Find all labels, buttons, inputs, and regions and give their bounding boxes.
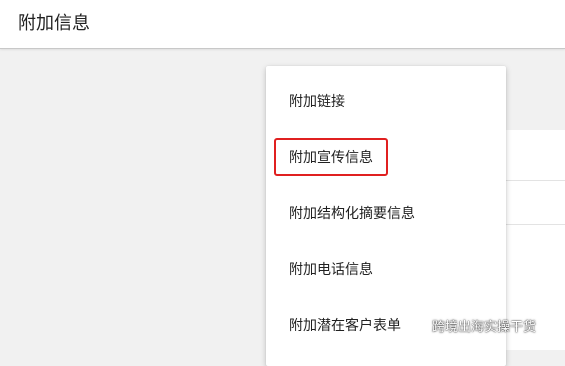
wechat-icon xyxy=(410,317,428,332)
highlight-annotation-box xyxy=(274,138,388,176)
menu-item-sitelink[interactable]: 附加链接 xyxy=(266,82,506,122)
watermark-text: 跨境出海实操干货 xyxy=(432,319,537,335)
page-title: 附加信息 xyxy=(18,13,90,34)
menu-item-call[interactable]: 附加电话信息 xyxy=(266,250,506,290)
page-header: 附加信息 xyxy=(0,0,565,49)
watermark: 跨境出海实操干货 xyxy=(410,313,536,337)
menu-item-structured-snippet[interactable]: 附加结构化摘要信息 xyxy=(266,194,506,234)
